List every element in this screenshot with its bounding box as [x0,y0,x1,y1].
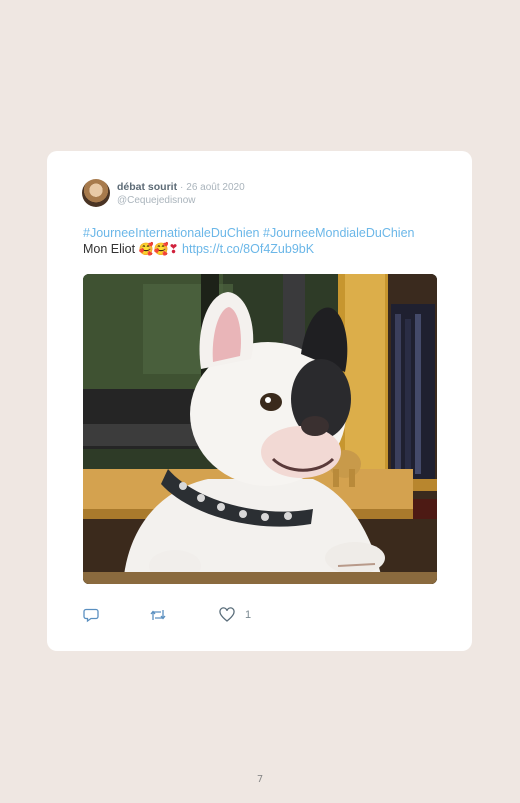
like-count: 1 [245,609,252,621]
retweet-button[interactable] [149,606,167,624]
separator: · [180,182,184,193]
tweet-text: #JourneeInternationaleDuChien #JourneeMo… [83,225,443,257]
tweet-body-text: Mon Eliot [83,242,136,256]
smiling-face-hearts-emoji: 🥰 [138,242,154,256]
tweet-link[interactable]: https://t.co/8Of4Zub9bK [182,242,314,256]
smiling-face-hearts-emoji: 🥰 [153,242,169,256]
reply-button[interactable] [83,606,99,624]
french-bulldog-photo [83,274,437,584]
retweet-icon [150,610,166,620]
tweet-photo[interactable] [83,274,437,584]
heart-exclamation-emoji: ❣ [168,242,179,256]
tweet-card: débat sourit · 26 août 2020 @Cequejedisn… [47,151,472,651]
like-button[interactable]: 1 [219,606,251,624]
hashtag-link[interactable]: #JourneeInternationaleDuChien [83,226,260,240]
page-number: 7 [256,774,264,785]
avatar[interactable] [82,179,110,207]
tweet-date[interactable]: 26 août 2020 [186,182,244,193]
heart-icon [219,607,235,622]
reply-icon [83,608,99,623]
author-handle[interactable]: @Cequejedisnow [117,195,196,206]
author-line: débat sourit · 26 août 2020 [117,181,245,193]
author-name[interactable]: débat sourit [117,181,177,193]
tweet-actions: 1 [83,606,443,626]
hashtag-link[interactable]: #JourneeMondialeDuChien [263,226,415,240]
